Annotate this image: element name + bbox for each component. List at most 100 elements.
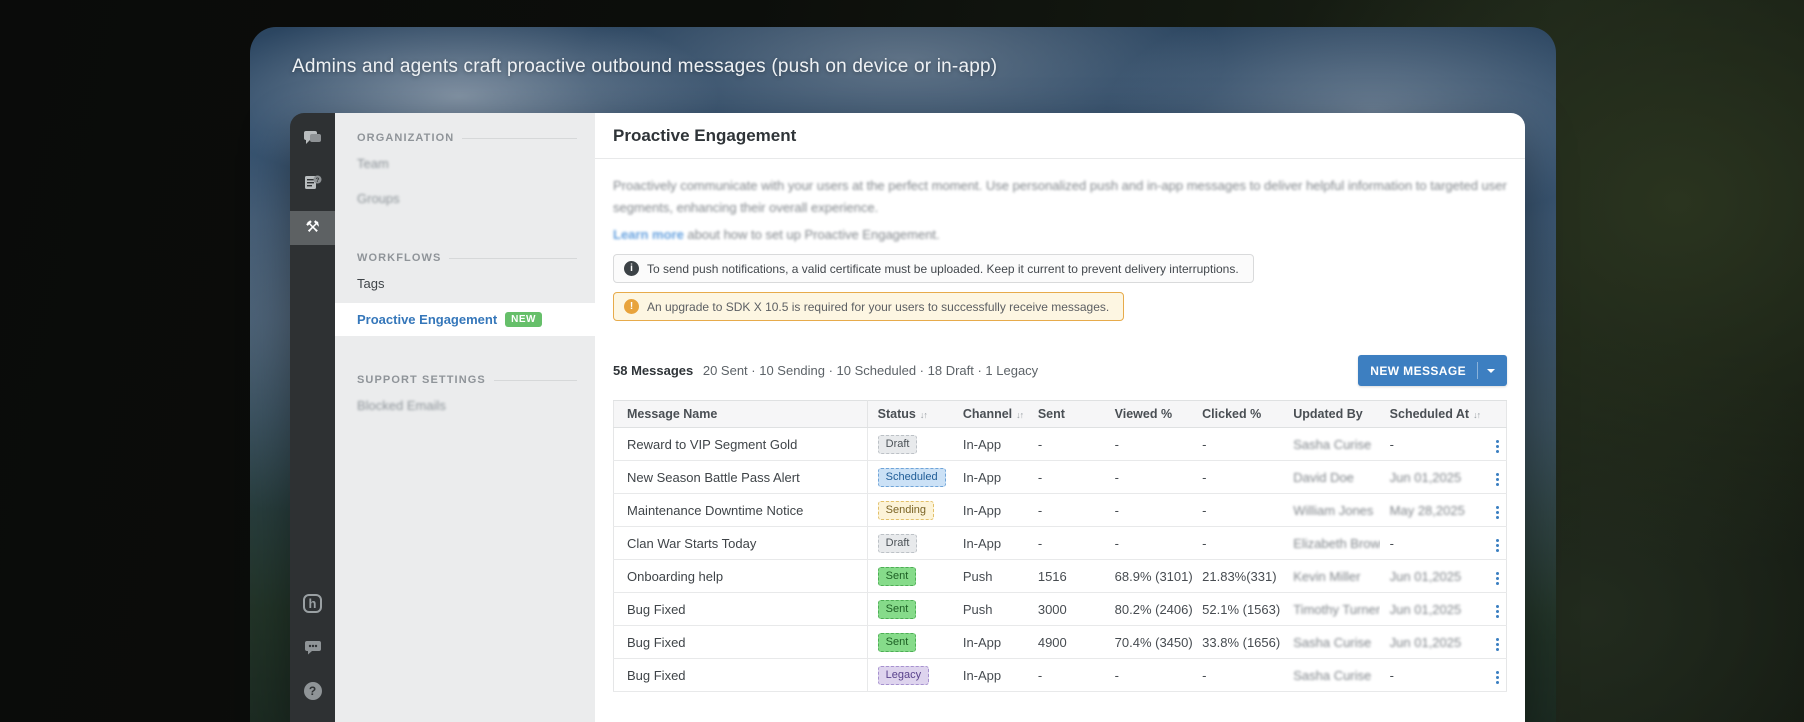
cell-row-menu — [1479, 526, 1507, 561]
cell-status: Sent — [867, 559, 953, 594]
updated-by-name: Kevin Miller — [1293, 568, 1361, 584]
cell-viewed: 70.4% (3450) — [1104, 625, 1193, 660]
sidebar-item-blocked-emails[interactable]: Blocked Emails — [335, 390, 595, 421]
cell-channel: In-App — [952, 460, 1028, 495]
cell-status: Legacy — [867, 658, 953, 693]
cell-channel: In-App — [952, 526, 1028, 561]
cell-message-name: Reward to VIP Segment Gold — [613, 427, 868, 462]
updated-by-name: Elizabeth Brown — [1293, 535, 1380, 551]
cell-status: Sending — [867, 493, 953, 528]
cell-row-menu — [1479, 658, 1507, 693]
cell-sent: - — [1027, 460, 1105, 495]
cell-message-name: Clan War Starts Today — [613, 526, 868, 561]
column-header-viewed-: Viewed % — [1104, 400, 1193, 429]
cell-status: Scheduled — [867, 460, 953, 495]
cell-updated-by: David Doe — [1283, 460, 1380, 495]
learn-more-link[interactable]: Learn more — [613, 227, 684, 242]
helpshift-logo-icon[interactable]: h — [290, 586, 335, 620]
sort-icon: ↓↑ — [1016, 410, 1024, 421]
cell-scheduled-at: Jun 01,2025 — [1379, 460, 1480, 495]
row-menu-kebab-icon[interactable] — [1490, 502, 1505, 523]
sidebar-item-proactive-engagement[interactable]: Proactive Engagement NEW — [335, 303, 595, 336]
table-row[interactable]: Reward to VIP Segment Gold Draft In-App - - -… — [613, 427, 1507, 462]
new-badge: NEW — [505, 312, 542, 327]
messages-table: Message Name Status ↓↑ Channel ↓↑ Sent Viewed … — [613, 400, 1507, 693]
column-header-menu — [1479, 400, 1507, 429]
feedback-chat-icon[interactable] — [290, 630, 335, 664]
cell-row-menu — [1479, 493, 1507, 528]
cell-row-menu — [1479, 592, 1507, 627]
column-header-channel[interactable]: Channel ↓↑ — [952, 400, 1028, 429]
page-description: Proactively communicate with your users … — [613, 178, 1507, 216]
cell-clicked: 21.83%(331) — [1192, 559, 1284, 594]
cell-scheduled-at: - — [1379, 526, 1480, 561]
row-menu-kebab-icon[interactable] — [1490, 634, 1505, 655]
cell-updated-by: Sasha Curise — [1283, 427, 1380, 462]
cell-scheduled-at: - — [1379, 658, 1480, 693]
column-header-sent: Sent — [1027, 400, 1105, 429]
table-row[interactable]: Onboarding help Sent Push 1516 68.9% (3101) 2… — [613, 559, 1507, 594]
cell-row-menu — [1479, 625, 1507, 660]
table-row[interactable]: New Season Battle Pass Alert Scheduled In-… — [613, 460, 1507, 495]
cell-updated-by: Timothy Turner — [1283, 592, 1380, 627]
scheduled-date: May 28,2025 — [1389, 502, 1465, 518]
column-header-message-name: Message Name — [613, 400, 868, 429]
messages-count: 58 Messages — [613, 363, 694, 379]
table-row[interactable]: Clan War Starts Today Draft In-App - - - Eliza… — [613, 526, 1507, 561]
scheduled-date: Jun 01,2025 — [1389, 568, 1462, 584]
status-badge: Sent — [877, 566, 917, 586]
row-menu-kebab-icon[interactable] — [1490, 667, 1505, 688]
table-row[interactable]: Maintenance Downtime Notice Sending In-App… — [613, 493, 1507, 528]
cell-sent: - — [1027, 658, 1105, 693]
messages-toolbar: 58 Messages 20 Sent · 10 Sending · 10 Sc… — [613, 355, 1507, 387]
cell-status: Draft — [867, 526, 953, 561]
tools-icon[interactable]: ⚒ — [290, 211, 335, 245]
info-icon: i — [624, 261, 639, 277]
sort-icon: ↓↑ — [1473, 410, 1481, 421]
cell-status: Sent — [867, 592, 953, 627]
slide-headline: Admins and agents craft proactive outbou… — [292, 56, 998, 77]
row-menu-kebab-icon[interactable] — [1490, 535, 1505, 556]
cell-clicked: - — [1192, 493, 1284, 528]
table-row[interactable]: Bug Fixed Sent Push 3000 80.2% (2406) 52.1% (… — [613, 592, 1507, 627]
cell-channel: Push — [952, 559, 1028, 594]
cell-message-name: New Season Battle Pass Alert — [613, 460, 868, 495]
table-row[interactable]: Bug Fixed Legacy In-App - - - Sasha Curise - — [613, 658, 1507, 693]
column-header-scheduled-at[interactable]: Scheduled At ↓↑ — [1379, 400, 1481, 429]
cell-scheduled-at: May 28,2025 — [1379, 493, 1480, 528]
cell-sent: 1516 — [1027, 559, 1105, 594]
table-row[interactable]: Bug Fixed Sent In-App 4900 70.4% (3450) 33.8%… — [613, 625, 1507, 660]
cell-sent: - — [1027, 427, 1105, 462]
settings-sidebar: ORGANIZATION Team Groups WORKFLOWS Tags … — [335, 113, 595, 722]
sort-icon: ↓↑ — [919, 410, 928, 421]
column-header-status[interactable]: Status ↓↑ — [867, 400, 953, 429]
row-menu-kebab-icon[interactable] — [1490, 601, 1505, 622]
cell-clicked: - — [1192, 427, 1284, 462]
row-menu-kebab-icon[interactable] — [1490, 469, 1505, 490]
sdk-upgrade-warning-banner: ! An upgrade to SDK X 10.5 is required f… — [613, 292, 1125, 322]
helpshift-admin-window: ? ⚒ h ? ORGANIZATION Team Groups WORKFLO… — [290, 113, 1525, 722]
conversations-icon[interactable] — [290, 121, 335, 155]
sidebar-item-team[interactable]: Team — [335, 148, 595, 179]
updated-by-name: David Doe — [1293, 469, 1354, 485]
cell-viewed: 68.9% (3101) — [1104, 559, 1193, 594]
cell-row-menu — [1479, 559, 1507, 594]
page-header: Proactive Engagement — [595, 113, 1525, 159]
sidebar-item-tags[interactable]: Tags — [335, 268, 595, 299]
scheduled-date: Jun 01,2025 — [1389, 469, 1462, 485]
cell-scheduled-at: - — [1379, 427, 1480, 462]
help-icon[interactable]: ? — [290, 674, 335, 708]
messages-breakdown: 20 Sent · 10 Sending · 10 Scheduled · 18… — [702, 363, 1039, 379]
cell-clicked: - — [1192, 658, 1284, 693]
screenshot-stage: Admins and agents craft proactive outbou… — [0, 0, 1804, 722]
row-menu-kebab-icon[interactable] — [1490, 436, 1505, 457]
updated-by-name: Timothy Turner — [1293, 601, 1380, 617]
cell-row-menu — [1479, 427, 1507, 462]
faqs-icon[interactable]: ? — [290, 165, 335, 199]
cell-clicked: - — [1192, 526, 1284, 561]
sidebar-item-groups[interactable]: Groups — [335, 183, 595, 214]
row-menu-kebab-icon[interactable] — [1490, 568, 1505, 589]
scheduled-date: Jun 01,2025 — [1389, 601, 1462, 617]
cell-updated-by: Sasha Curise — [1283, 658, 1380, 693]
new-message-button[interactable]: NEW MESSAGE — [1358, 355, 1507, 387]
